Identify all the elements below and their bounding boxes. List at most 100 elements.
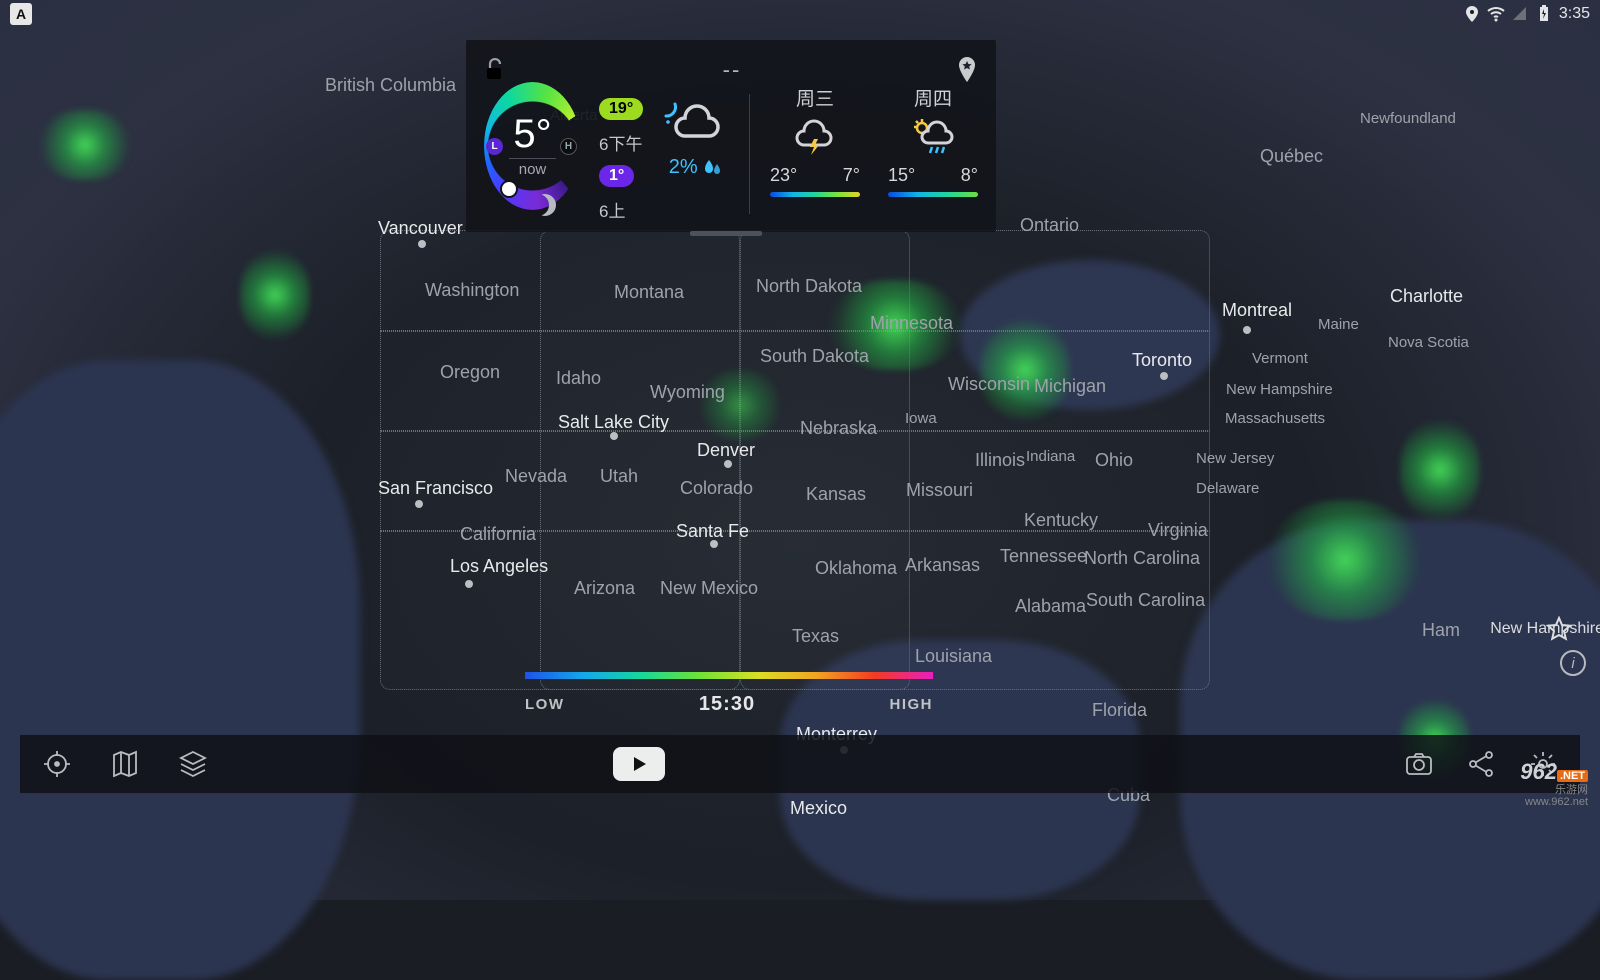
unlock-icon[interactable] xyxy=(484,58,508,82)
favorite-label: New Hampshire xyxy=(1490,620,1600,638)
radar-blob xyxy=(1270,500,1420,620)
gauge-current-dot xyxy=(502,182,516,196)
moon-icon xyxy=(534,194,556,216)
map-label: Toronto xyxy=(1132,350,1192,371)
map-label: New Mexico xyxy=(660,578,758,599)
temp-range-bar xyxy=(888,192,978,197)
map-label: Idaho xyxy=(556,368,601,389)
temp-gauge: 5° now L H xyxy=(484,82,581,210)
map-label: South Carolina xyxy=(1086,590,1205,611)
legend-high: HIGH xyxy=(890,696,934,713)
low-time: 6上 xyxy=(599,197,643,222)
card-tab-indicator[interactable] xyxy=(690,231,762,236)
play-button[interactable] xyxy=(613,747,665,781)
timeline-time: 15:30 xyxy=(699,693,755,716)
day-label: 周四 xyxy=(914,84,952,111)
map-label: Nebraska xyxy=(800,418,877,439)
battery-charging-icon xyxy=(1535,5,1553,23)
map-label: Minnesota xyxy=(870,313,953,334)
map-label: Los Angeles xyxy=(450,556,548,577)
high-time: 6下午 xyxy=(599,130,643,155)
current-temp: 5° xyxy=(513,114,551,154)
layers-button[interactable] xyxy=(176,747,210,781)
locate-button[interactable] xyxy=(40,747,74,781)
camera-button[interactable] xyxy=(1402,747,1436,781)
map-label: Arkansas xyxy=(905,555,980,576)
map-label: Ontario xyxy=(1020,215,1079,236)
city-dot xyxy=(1243,326,1251,334)
intensity-timeline[interactable]: LOW 15:30 HIGH xyxy=(525,672,933,716)
city-dot xyxy=(418,240,426,248)
storm-icon xyxy=(792,117,838,159)
map-label: Wisconsin xyxy=(948,374,1030,395)
wifi-icon xyxy=(1487,5,1505,23)
city-dot xyxy=(610,432,618,440)
location-name[interactable]: -- xyxy=(508,57,956,83)
map-label: Nova Scotia xyxy=(1388,334,1469,351)
map-label: Florida xyxy=(1092,700,1147,721)
map-style-button[interactable] xyxy=(108,747,142,781)
intensity-gradient xyxy=(525,672,933,679)
map-label: Ham xyxy=(1422,620,1460,641)
radar-blob xyxy=(700,370,780,440)
city-dot xyxy=(724,460,732,468)
now-label: now xyxy=(509,158,557,178)
info-button[interactable]: i xyxy=(1560,650,1586,676)
radar-blob xyxy=(1400,420,1480,520)
map-label: Santa Fe xyxy=(676,521,749,542)
weather-card[interactable]: -- 5° now L H 19° 6下午 1° 6上 xyxy=(466,40,996,232)
map-label: Newfoundland xyxy=(1360,110,1456,127)
map-label: Vermont xyxy=(1252,350,1308,367)
share-button[interactable] xyxy=(1464,747,1498,781)
rain-sun-icon xyxy=(910,117,956,159)
map-label: Massachusetts xyxy=(1225,410,1325,427)
hi-temp: 23° xyxy=(770,165,797,186)
map-label: British Columbia xyxy=(325,75,456,96)
city-dot xyxy=(465,580,473,588)
keyboard-indicator: A xyxy=(10,3,32,25)
map-label: Montana xyxy=(614,282,684,303)
map-label: Arizona xyxy=(574,578,635,599)
map-label: Louisiana xyxy=(915,646,992,667)
watermark: 962.NET 乐游网 www.962.net xyxy=(1520,760,1588,808)
map-label: New Hampshire xyxy=(1226,381,1333,398)
map-label: Delaware xyxy=(1196,480,1259,497)
forecast-day-thu[interactable]: 周四 15° 8° xyxy=(888,84,978,222)
hi-temp: 15° xyxy=(888,165,915,186)
location-icon xyxy=(1463,5,1481,23)
map-label: Kentucky xyxy=(1024,510,1098,531)
map-label: Wyoming xyxy=(650,382,725,403)
state-row2 xyxy=(380,430,1210,432)
map-label: Indiana xyxy=(1026,448,1075,465)
state-row1 xyxy=(380,330,1210,332)
location-pin-icon[interactable] xyxy=(956,56,978,84)
map-label: Alabama xyxy=(1015,596,1086,617)
map-label: Montreal xyxy=(1222,300,1292,321)
status-bar: A 3:35 xyxy=(0,0,1600,28)
divider xyxy=(749,94,750,214)
forecast-days[interactable]: 周三 23°7° 周四 15°8° xyxy=(770,84,978,222)
city-dot xyxy=(1160,372,1168,380)
radar-blob xyxy=(240,250,310,340)
map-label: Missouri xyxy=(906,480,973,501)
map-label: Québec xyxy=(1260,146,1323,167)
map-label: Utah xyxy=(600,466,638,487)
bottom-toolbar xyxy=(20,735,1580,793)
high-low-column: 19° 6下午 1° 6上 xyxy=(599,98,643,222)
forecast-day-wed[interactable]: 周三 23°7° xyxy=(770,84,860,222)
lo-temp: 8° xyxy=(961,165,978,186)
lo-temp: 7° xyxy=(843,165,860,186)
map-label: Tennessee xyxy=(1000,546,1087,567)
map-label: Michigan xyxy=(1034,376,1106,397)
map-label: California xyxy=(460,524,536,545)
map-label: Nevada xyxy=(505,466,567,487)
map-label: Colorado xyxy=(680,478,753,499)
radar-blob xyxy=(980,320,1070,420)
city-dot xyxy=(710,540,718,548)
ocean-pacific xyxy=(0,360,360,980)
map-label: New Jersey xyxy=(1196,450,1274,467)
map-label: Iowa xyxy=(905,410,937,427)
low-marker: L xyxy=(486,138,503,155)
map-label: Mexico xyxy=(790,798,847,819)
signal-icon xyxy=(1511,5,1529,23)
